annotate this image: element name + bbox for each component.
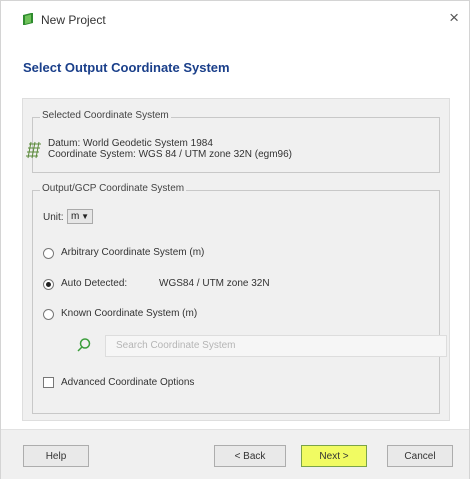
advanced-options-checkbox[interactable] [43,377,54,388]
new-project-dialog: New Project × Select Output Coordinate S… [0,0,470,479]
units-value: m [71,211,80,222]
output-group-title: Output/GCP Coordinate System [40,183,187,194]
coordinate-system-text: Coordinate System: WGS 84 / UTM zone 32N… [48,149,292,160]
chevron-down-icon: ▼ [81,212,89,221]
radio-auto-detected[interactable] [43,279,54,290]
search-coordinate-input[interactable]: Search Coordinate System [105,335,447,357]
grid-icon [26,141,41,159]
search-icon [77,338,91,352]
app-icon [23,13,33,25]
page-heading: Select Output Coordinate System [23,60,230,75]
advanced-options-label[interactable]: Advanced Coordinate Options [61,377,194,388]
title-bar: New Project × [1,1,469,35]
radio-arbitrary-label[interactable]: Arbitrary Coordinate System (m) [61,247,204,258]
radio-known-label[interactable]: Known Coordinate System (m) [61,308,197,319]
radio-auto-detected-label[interactable]: Auto Detected: [61,278,127,289]
units-dropdown[interactable]: m ▼ [67,209,93,224]
units-label: Unit: [43,212,64,223]
selected-coordinate-info: Datum: World Geodetic System 1984 Coordi… [48,138,292,160]
close-icon[interactable]: × [449,8,459,28]
next-button[interactable]: Next > [301,445,367,467]
auto-detected-value: WGS84 / UTM zone 32N [159,278,270,289]
radio-known[interactable] [43,309,54,320]
radio-arbitrary[interactable] [43,248,54,259]
selected-group-title: Selected Coordinate System [40,110,171,121]
window-title: New Project [41,13,106,27]
help-button[interactable]: Help [23,445,89,467]
back-button[interactable]: < Back [214,445,286,467]
cancel-button[interactable]: Cancel [387,445,453,467]
datum-text: Datum: World Geodetic System 1984 [48,138,213,149]
